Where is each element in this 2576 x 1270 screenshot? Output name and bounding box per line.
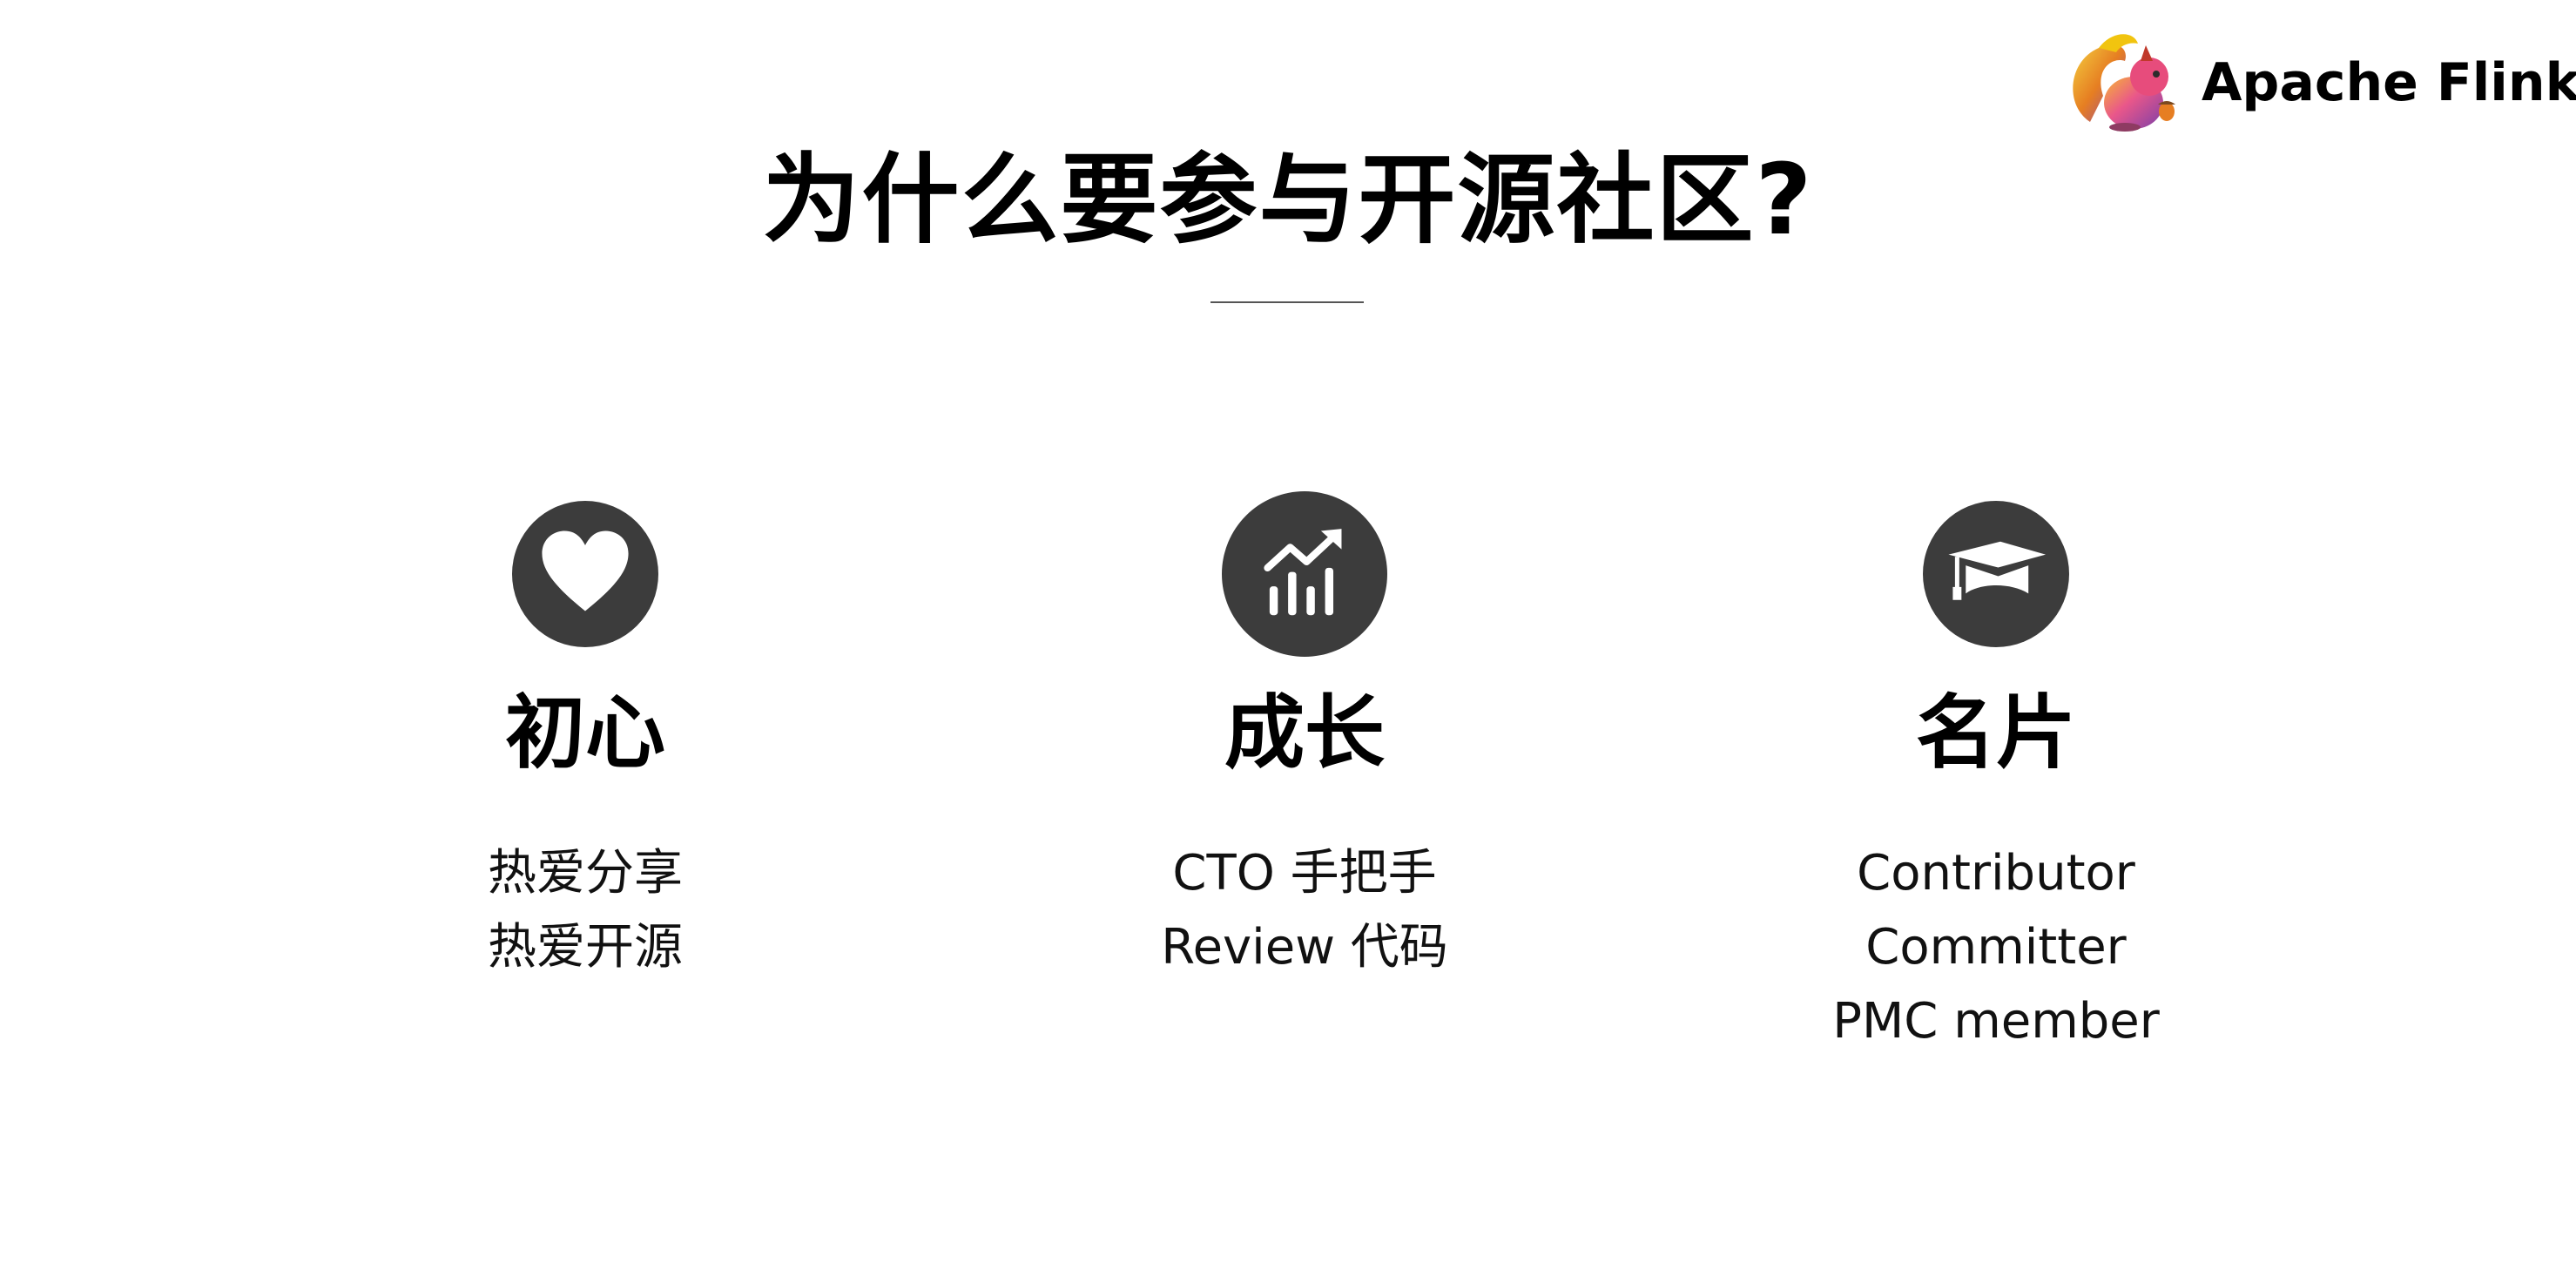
column-line: Contributor: [1857, 845, 2135, 902]
title-divider: [1210, 301, 1364, 303]
growth-chart-icon: [1222, 491, 1387, 657]
page-title: 为什么要参与开源社区?: [762, 144, 1814, 257]
column-title: 初心: [504, 686, 665, 780]
column-line: CTO 手把手: [1172, 845, 1437, 902]
brand-name: Apache Flink: [2202, 52, 2576, 113]
column-line: Committer: [1865, 919, 2127, 976]
graduation-cap-icon: [1923, 501, 2069, 647]
column-line: 热爱分享: [488, 845, 683, 902]
column-line: Review 代码: [1161, 919, 1448, 976]
column-lines: Contributor Committer PMC member: [1691, 836, 2301, 1058]
column-line: 热爱开源: [488, 919, 683, 976]
squirrel-logo-icon: [2073, 34, 2175, 132]
brand-logo: Apache Flink: [2064, 26, 2576, 139]
column-title: 名片: [1915, 686, 2076, 780]
heart-icon: [512, 501, 658, 647]
column-title: 成长: [1224, 686, 1385, 780]
column-lines: CTO 手把手 Review 代码: [1000, 836, 1609, 984]
column-line: PMC member: [1832, 993, 2160, 1050]
column-lines: 热爱分享 热爱开源: [280, 836, 890, 984]
